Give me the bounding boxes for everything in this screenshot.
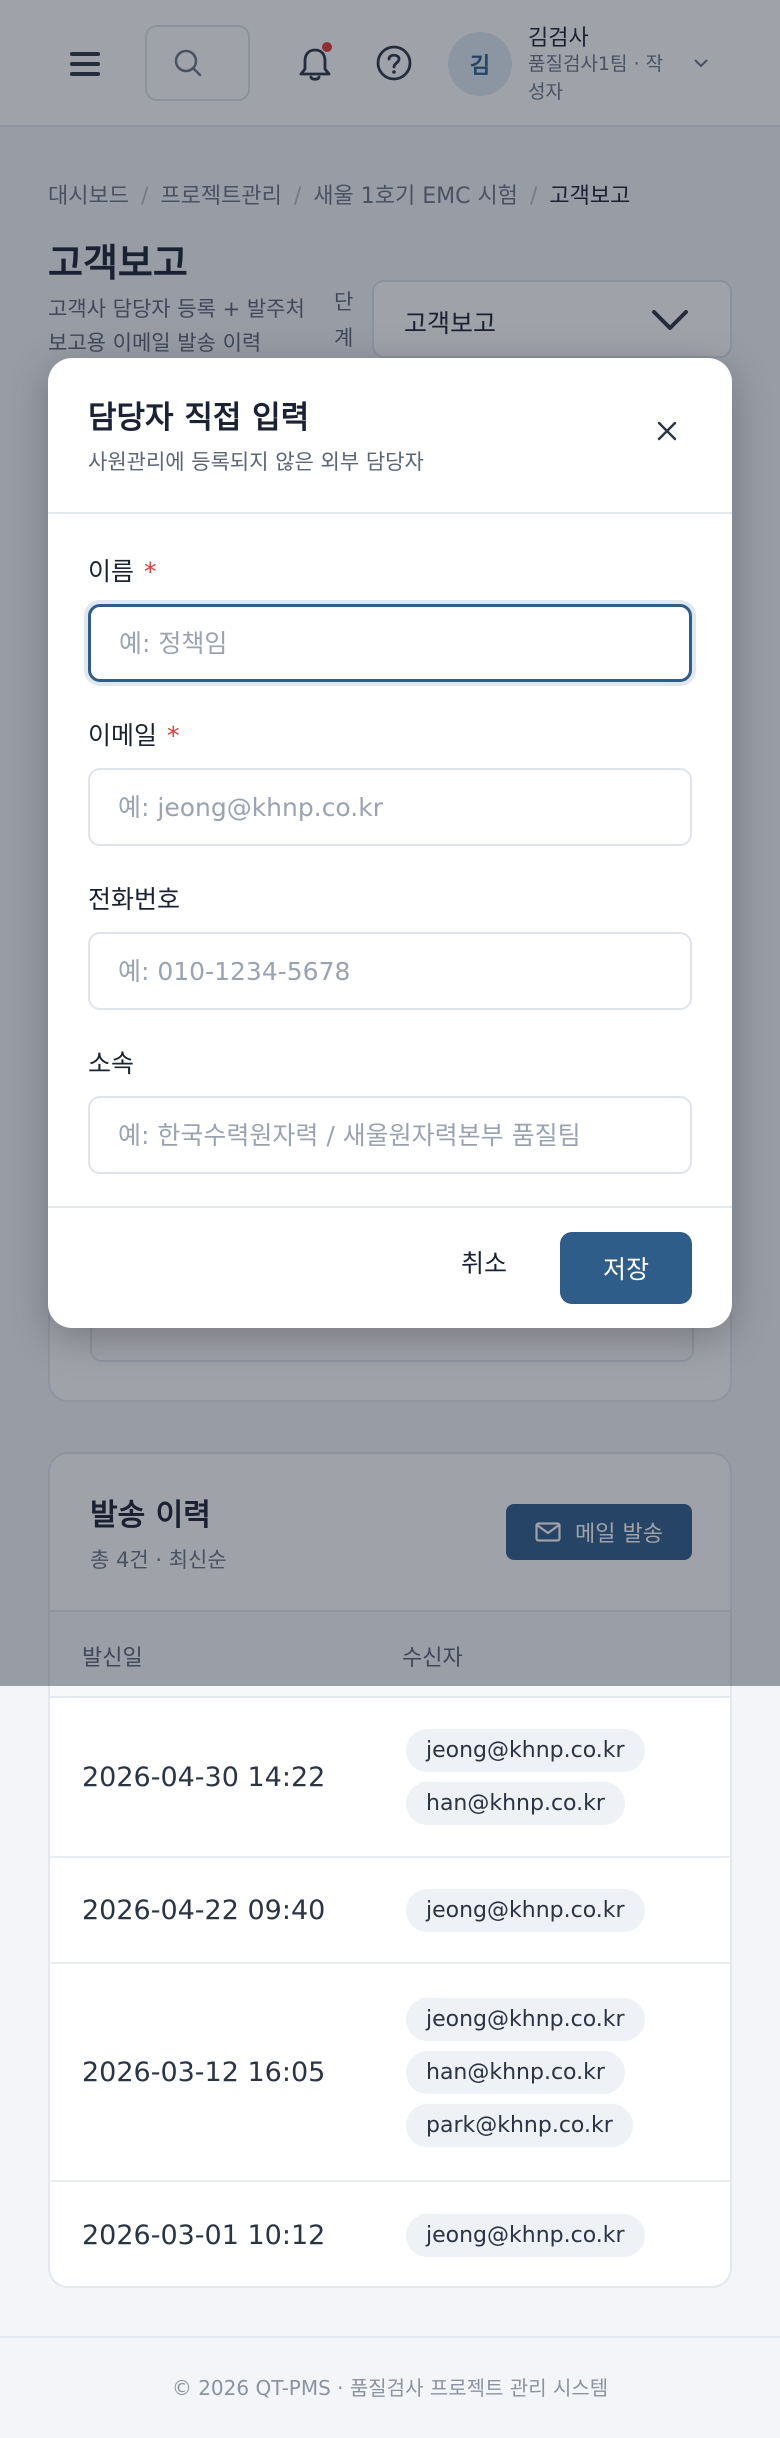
email-label: 이메일 * xyxy=(88,721,180,750)
save-button[interactable]: 저장 xyxy=(560,1232,692,1304)
affiliation-label: 소속 xyxy=(88,1049,135,1078)
sent-date: 2026-04-30 14:22 xyxy=(82,1761,326,1793)
recipient-list: jeong@khnp.co.kr han@khnp.co.kr xyxy=(406,1703,645,1851)
name-label: 이름 * xyxy=(88,557,157,586)
phone-input[interactable] xyxy=(88,932,692,1010)
recipient-chip: jeong@khnp.co.kr xyxy=(406,1997,645,2041)
modal-header-divider xyxy=(48,512,732,514)
close-icon[interactable] xyxy=(654,418,680,444)
sent-date: 2026-03-12 16:05 xyxy=(82,2056,326,2088)
recipient-list: jeong@khnp.co.kr han@khnp.co.kr park@khnp.… xyxy=(406,1972,645,2173)
table-row: 2026-04-22 09:40 jeong@khnp.co.kr xyxy=(50,1858,730,1964)
table-row: 2026-03-01 10:12 jeong@khnp.co.kr xyxy=(50,2182,730,2286)
sent-date: 2026-03-01 10:12 xyxy=(82,2219,326,2251)
recipient-chip: jeong@khnp.co.kr xyxy=(406,1729,645,1772)
recipient-list: jeong@khnp.co.kr xyxy=(406,1863,645,1958)
phone-label: 전화번호 xyxy=(88,885,181,914)
email-input[interactable] xyxy=(88,768,692,846)
history-rows: 2026-04-30 14:22 jeong@khnp.co.kr han@khnp… xyxy=(50,1698,730,2286)
recipient-chip: han@khnp.co.kr xyxy=(406,1782,625,1825)
footer: © 2026 QT-PMS · 품질검사 프로젝트 관리 시스템 xyxy=(171,2376,609,2400)
recipient-chip: jeong@khnp.co.kr xyxy=(406,2213,645,2257)
sent-date: 2026-04-22 09:40 xyxy=(82,1894,326,1926)
modal-subtitle: 사원관리에 등록되지 않은 외부 담당자 xyxy=(88,450,424,474)
recipient-chip: park@khnp.co.kr xyxy=(406,2103,633,2147)
modal-title: 담당자 직접 입력 xyxy=(88,400,310,436)
table-row: 2026-03-12 16:05 jeong@khnp.co.kr han@khnp… xyxy=(50,1964,730,2182)
name-input[interactable] xyxy=(88,604,692,682)
recipient-chip: jeong@khnp.co.kr xyxy=(406,1888,645,1932)
table-row: 2026-04-30 14:22 jeong@khnp.co.kr han@khnp… xyxy=(50,1698,730,1858)
recipient-list: jeong@khnp.co.kr xyxy=(406,2188,645,2283)
cancel-button[interactable]: 취소 xyxy=(424,1232,544,1292)
contact-modal: 담당자 직접 입력 사원관리에 등록되지 않은 외부 담당자 이름* 이메일* … xyxy=(48,358,732,1328)
affiliation-input[interactable] xyxy=(88,1096,692,1174)
footer-divider xyxy=(0,2336,780,2338)
modal-footer-divider xyxy=(48,1206,732,1208)
recipient-chip: han@khnp.co.kr xyxy=(406,2050,625,2094)
